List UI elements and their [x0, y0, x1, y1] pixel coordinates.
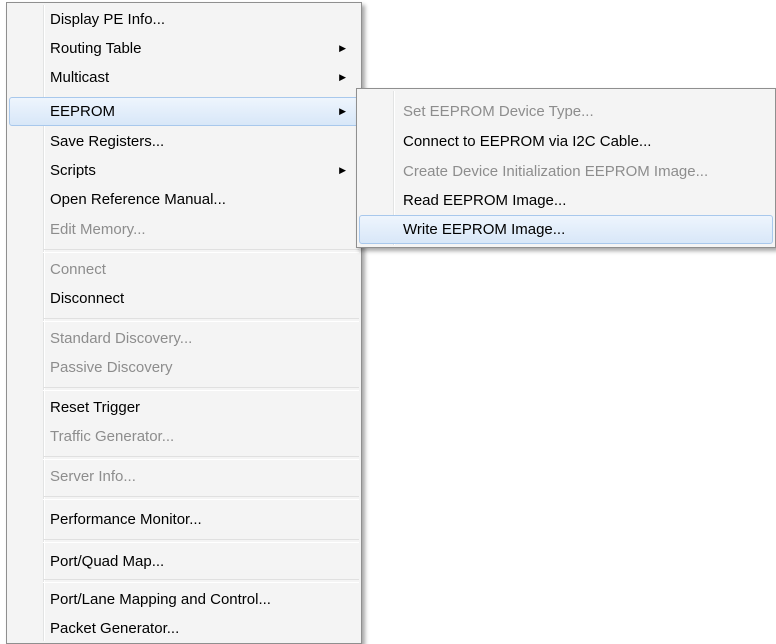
menu-item-label: Reset Trigger — [50, 399, 141, 416]
menu-item-label: Multicast — [50, 69, 110, 86]
submenu-item-connect-eeprom-i2c[interactable]: Connect to EEPROM via I2C Cable... — [359, 127, 773, 156]
triangle-right-icon: ▶ — [339, 43, 346, 53]
menu-item-connect[interactable]: Connect — [9, 255, 359, 284]
menu-separator — [43, 318, 359, 322]
menu-item-label: Routing Table — [50, 40, 142, 57]
menu-item-label: EEPROM — [50, 103, 116, 120]
menu-item-label: Port/Quad Map... — [50, 553, 165, 570]
triangle-right-icon: ▶ — [339, 72, 346, 82]
menu-item-reset-trigger[interactable]: Reset Trigger — [9, 393, 359, 422]
menu-item-label: Passive Discovery — [50, 359, 173, 376]
menu-item-display-pe-info[interactable]: Display PE Info... — [9, 5, 359, 34]
submenu-item-read-eeprom-image[interactable]: Read EEPROM Image... — [359, 186, 773, 215]
menu-item-label: Set EEPROM Device Type... — [403, 103, 594, 120]
menu-item-label: Packet Generator... — [50, 620, 180, 637]
menu-item-label: Save Registers... — [50, 133, 165, 150]
menu-item-server-info[interactable]: Server Info... — [9, 462, 359, 491]
menu-item-label: Edit Memory... — [50, 221, 146, 238]
triangle-right-icon: ▶ — [339, 106, 346, 116]
context-menu: Display PE Info... Routing Table ▶ Multic… — [6, 2, 362, 644]
menu-item-label: Performance Monitor... — [50, 511, 202, 528]
submenu-item-create-device-init-image[interactable]: Create Device Initialization EEPROM Imag… — [359, 157, 773, 186]
menu-item-label: Server Info... — [50, 468, 136, 485]
submenu-item-write-eeprom-image[interactable]: Write EEPROM Image... — [359, 215, 773, 244]
menu-item-scripts[interactable]: Scripts ▶ — [9, 156, 359, 185]
menu-separator — [43, 539, 359, 543]
menu-item-edit-memory[interactable]: Edit Memory... — [9, 215, 359, 244]
menu-item-label: Connect to EEPROM via I2C Cable... — [403, 133, 652, 150]
menu-item-label: Standard Discovery... — [50, 330, 193, 347]
menu-item-label: Traffic Generator... — [50, 428, 175, 445]
menu-item-multicast[interactable]: Multicast ▶ — [9, 63, 359, 92]
menu-item-port-lane-mapping[interactable]: Port/Lane Mapping and Control... — [9, 585, 359, 614]
triangle-right-icon: ▶ — [339, 165, 346, 175]
menu-item-packet-generator[interactable]: Packet Generator... — [9, 614, 359, 643]
menu-item-label: Write EEPROM Image... — [403, 221, 566, 238]
menu-item-label: Open Reference Manual... — [50, 191, 226, 208]
menu-item-label: Scripts — [50, 162, 96, 179]
eeprom-submenu: Set EEPROM Device Type... Connect to EEP… — [356, 88, 776, 248]
menu-item-label: Create Device Initialization EEPROM Imag… — [403, 163, 709, 180]
menu-separator — [43, 496, 359, 500]
menu-item-disconnect[interactable]: Disconnect — [9, 284, 359, 313]
submenu-item-set-eeprom-device-type[interactable]: Set EEPROM Device Type... — [359, 97, 773, 126]
menu-item-passive-discovery[interactable]: Passive Discovery — [9, 353, 359, 382]
menu-item-label: Port/Lane Mapping and Control... — [50, 591, 271, 608]
menu-item-routing-table[interactable]: Routing Table ▶ — [9, 34, 359, 63]
menu-item-eeprom[interactable]: EEPROM ▶ — [9, 97, 359, 126]
menu-separator — [43, 579, 359, 583]
menu-item-open-reference-manual[interactable]: Open Reference Manual... — [9, 185, 359, 214]
menu-item-label: Disconnect — [50, 290, 125, 307]
menu-item-port-quad-map[interactable]: Port/Quad Map... — [9, 547, 359, 576]
menu-separator — [43, 387, 359, 391]
menu-item-traffic-generator[interactable]: Traffic Generator... — [9, 422, 359, 451]
menu-item-label: Read EEPROM Image... — [403, 192, 567, 209]
menu-separator — [43, 249, 359, 253]
menu-item-save-registers[interactable]: Save Registers... — [9, 127, 359, 156]
menu-item-label: Connect — [50, 261, 106, 278]
menu-item-label: Display PE Info... — [50, 11, 166, 28]
menu-item-performance-monitor[interactable]: Performance Monitor... — [9, 505, 359, 534]
menu-item-standard-discovery[interactable]: Standard Discovery... — [9, 324, 359, 353]
menu-separator — [43, 456, 359, 460]
